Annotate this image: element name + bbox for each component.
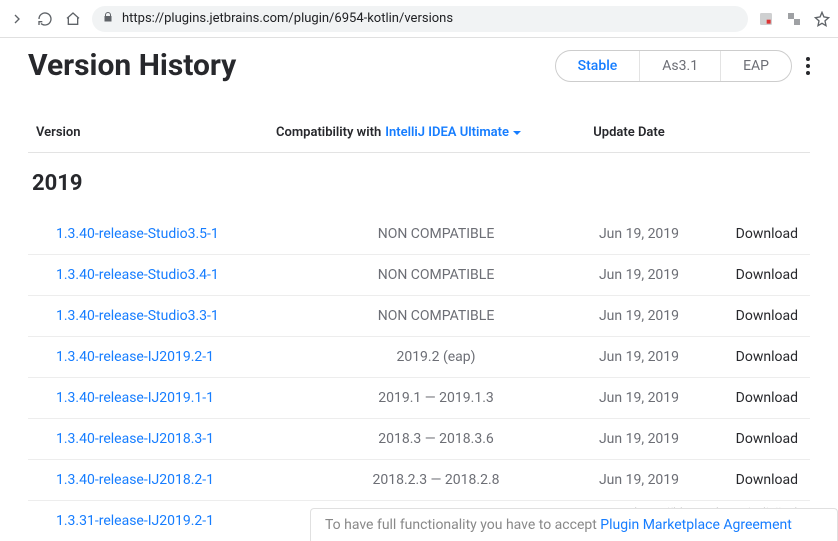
table-row: 1.3.40-release-IJ2019.2-1 2019.2 (eap) J…	[28, 337, 810, 378]
table-row: 1.3.40-release-IJ2019.1-1 2019.1 — 2019.…	[28, 378, 810, 419]
download-link[interactable]: Download	[702, 308, 802, 324]
translate-icon[interactable]	[786, 11, 802, 27]
product-selector[interactable]: IntelliJ IDEA Ultimate	[385, 125, 522, 140]
download-link[interactable]: Download	[702, 472, 802, 488]
table-row: 1.3.40-release-Studio3.3-1 NON COMPATIBL…	[28, 296, 810, 337]
forward-button[interactable]	[8, 10, 26, 28]
table-row: 1.3.40-release-Studio3.5-1 NON COMPATIBL…	[28, 214, 810, 255]
versions-table: Version Compatibility with IntelliJ IDEA…	[28, 113, 810, 541]
tab-eap[interactable]: EAP	[720, 51, 791, 81]
download-link[interactable]: Download	[702, 390, 802, 406]
year-group-header: 2019	[28, 153, 810, 214]
col-update-date: Update Date	[556, 125, 702, 140]
agreement-notice: To have full functionality you have to a…	[310, 508, 838, 541]
version-link[interactable]: 1.3.40-release-IJ2019.2-1	[56, 349, 296, 365]
date-cell: Jun 19, 2019	[576, 431, 702, 447]
download-link[interactable]: Download	[702, 349, 802, 365]
reload-button[interactable]	[36, 10, 54, 28]
lock-icon	[102, 11, 114, 27]
version-link[interactable]: 1.3.40-release-Studio3.3-1	[56, 308, 296, 324]
notice-text: To have full functionality you have to a…	[325, 517, 600, 533]
date-cell: Jun 19, 2019	[576, 226, 702, 242]
version-link[interactable]: 1.3.40-release-IJ2018.3-1	[56, 431, 296, 447]
table-row: 1.3.40-release-IJ2018.3-1 2018.3 — 2018.…	[28, 419, 810, 460]
date-cell: Jun 19, 2019	[576, 308, 702, 324]
table-row: 1.3.40-release-IJ2018.2-1 2018.2.3 — 201…	[28, 460, 810, 501]
page-title: Version History	[28, 48, 236, 83]
download-link[interactable]: Download	[702, 267, 802, 283]
date-cell: Jun 19, 2019	[576, 390, 702, 406]
version-link[interactable]: 1.3.31-release-IJ2019.2-1	[56, 513, 296, 529]
compat-cell: 2018.3 — 2018.3.6	[296, 431, 576, 447]
date-cell: Jun 19, 2019	[576, 267, 702, 283]
tab-stable[interactable]: Stable	[556, 51, 640, 81]
compat-cell: 2019.2 (eap)	[296, 349, 576, 365]
table-header: Version Compatibility with IntelliJ IDEA…	[28, 113, 810, 153]
compat-cell: NON COMPATIBLE	[296, 267, 576, 283]
star-icon[interactable]	[814, 11, 830, 27]
compat-cell: NON COMPATIBLE	[296, 226, 576, 242]
version-link[interactable]: 1.3.40-release-IJ2019.1-1	[56, 390, 296, 406]
table-row: 1.3.40-release-Studio3.4-1 NON COMPATIBL…	[28, 255, 810, 296]
col-compat: Compatibility with IntelliJ IDEA Ultimat…	[276, 125, 556, 140]
tab-as31[interactable]: As3.1	[639, 51, 720, 81]
compat-cell: 2019.1 — 2019.1.3	[296, 390, 576, 406]
version-link[interactable]: 1.3.40-release-IJ2018.2-1	[56, 472, 296, 488]
channel-tabs: Stable As3.1 EAP	[555, 50, 792, 82]
col-version: Version	[36, 125, 276, 140]
version-link[interactable]: 1.3.40-release-Studio3.5-1	[56, 226, 296, 242]
version-link[interactable]: 1.3.40-release-Studio3.4-1	[56, 267, 296, 283]
address-bar[interactable]: https://plugins.jetbrains.com/plugin/695…	[92, 6, 748, 32]
extension-icon[interactable]	[758, 11, 774, 27]
download-link[interactable]: Download	[702, 431, 802, 447]
compat-cell: NON COMPATIBLE	[296, 308, 576, 324]
url-text: https://plugins.jetbrains.com/plugin/695…	[122, 11, 453, 26]
home-button[interactable]	[64, 10, 82, 28]
date-cell: Jun 19, 2019	[576, 349, 702, 365]
chevron-down-icon	[512, 128, 522, 138]
extension-icons	[758, 11, 830, 27]
browser-toolbar: https://plugins.jetbrains.com/plugin/695…	[0, 0, 838, 38]
header-row: Version History Stable As3.1 EAP	[28, 48, 810, 83]
date-cell: Jun 19, 2019	[576, 472, 702, 488]
agreement-link[interactable]: Plugin Marketplace Agreement	[600, 517, 792, 533]
compat-cell: 2018.2.3 — 2018.2.8	[296, 472, 576, 488]
more-menu-icon[interactable]	[806, 57, 810, 75]
page-content: Version History Stable As3.1 EAP Version…	[0, 38, 838, 541]
compat-prefix: Compatibility with	[276, 125, 381, 140]
download-link[interactable]: Download	[702, 226, 802, 242]
product-name: IntelliJ IDEA Ultimate	[385, 125, 509, 140]
